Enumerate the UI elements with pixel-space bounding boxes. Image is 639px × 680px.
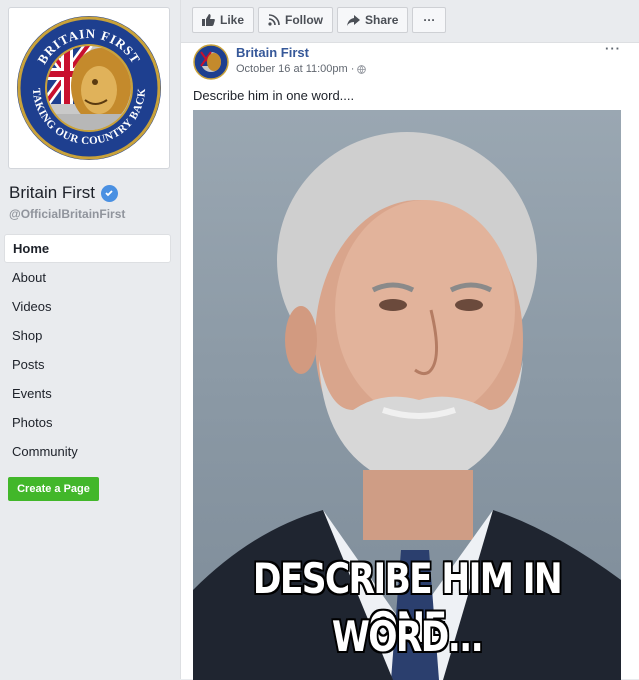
profile-picture[interactable]: BRITAIN FIRST TAKING OUR COUNTRY BACK [8, 7, 170, 169]
globe-icon[interactable] [357, 64, 367, 74]
verified-badge-icon [100, 184, 118, 202]
post-author-name[interactable]: Britain First [236, 45, 309, 60]
page-name[interactable]: Britain First [9, 183, 118, 203]
nav-item-about[interactable]: About [4, 263, 171, 292]
post-timestamp[interactable]: October 16 at 11:00pm [236, 63, 348, 75]
nav-item-videos[interactable]: Videos [4, 292, 171, 321]
nav-item-events[interactable]: Events [4, 379, 171, 408]
rss-follow-icon [268, 14, 280, 26]
nav-item-community[interactable]: Community [4, 437, 171, 466]
share-label: Share [365, 13, 399, 27]
page-action-bar: Like Follow Share ··· [192, 7, 447, 33]
post-meta: October 16 at 11:00pm · [236, 63, 367, 75]
nav-item-posts[interactable]: Posts [4, 350, 171, 379]
page-handle[interactable]: @OfficialBritainFirst [9, 207, 125, 221]
like-button[interactable]: Like [192, 7, 255, 33]
post-author-avatar[interactable] [193, 44, 229, 80]
britain-first-logo: BRITAIN FIRST TAKING OUR COUNTRY BACK [17, 16, 161, 160]
page-nav: Home About Videos Shop Posts Events Phot… [4, 234, 171, 466]
more-options-icon: ··· [423, 13, 436, 27]
post-options-icon[interactable]: ··· [605, 41, 621, 56]
nav-item-photos[interactable]: Photos [4, 408, 171, 437]
follow-label: Follow [285, 13, 324, 27]
left-sidebar: BRITAIN FIRST TAKING OUR COUNTRY BACK Br… [0, 0, 181, 679]
share-arrow-icon [347, 14, 361, 26]
share-button[interactable]: Share [337, 7, 409, 33]
like-label: Like [220, 13, 245, 27]
create-page-button[interactable]: Create a Page [8, 477, 99, 501]
page-name-text[interactable]: Britain First [9, 183, 95, 203]
more-options-button[interactable]: ··· [412, 7, 447, 33]
post-text: Describe him in one word.... [193, 88, 355, 103]
meta-separator: · [350, 63, 355, 75]
follow-button[interactable]: Follow [258, 7, 334, 33]
nav-item-home[interactable]: Home [4, 234, 171, 263]
image-caption-line2: WORD... [331, 612, 484, 661]
post-card: Britain First October 16 at 11:00pm · ··… [180, 41, 639, 680]
post-photo[interactable]: DESCRIBE HIM IN ONE WORD... [193, 110, 621, 680]
thumbs-up-icon [202, 14, 215, 26]
nav-item-shop[interactable]: Shop [4, 321, 171, 350]
